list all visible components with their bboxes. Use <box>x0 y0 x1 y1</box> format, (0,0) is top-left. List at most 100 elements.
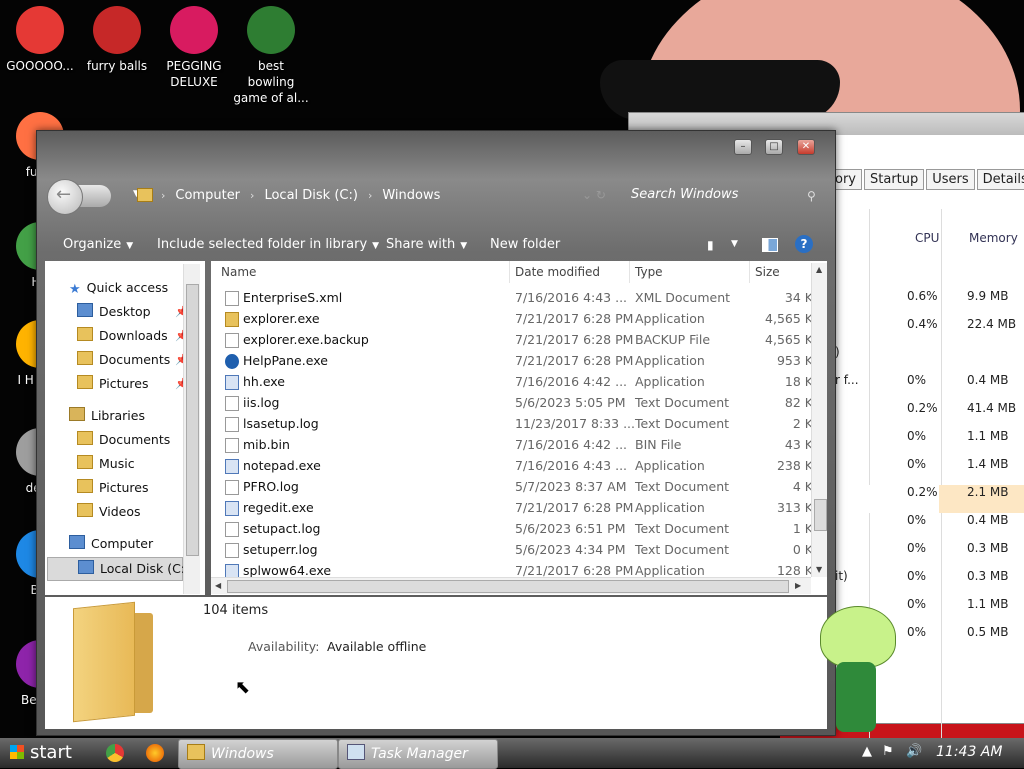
search-input[interactable]: Search Windows <box>631 183 823 207</box>
cpu-value: 0% <box>907 373 927 387</box>
file-date: 7/16/2016 4:42 ... <box>515 437 628 452</box>
file-row[interactable]: setuperr.log 5/6/2023 4:34 PM Text Documen… <box>217 539 813 560</box>
nav-desktop[interactable]: Desktop📌 <box>77 301 189 323</box>
file-row[interactable]: explorer.exe.backup 7/21/2017 6:28 PM BACK… <box>217 329 813 350</box>
breadcrumb-computer[interactable]: Computer <box>175 188 240 203</box>
share-with-button[interactable]: Share with ▼ <box>386 237 467 252</box>
folder-icon <box>77 375 93 389</box>
file-type: Text Document <box>635 542 730 557</box>
memory-column-header[interactable]: Memory <box>969 231 1018 245</box>
file-row[interactable]: iis.log 5/6/2023 5:05 PM Text Document 82 K <box>217 392 813 413</box>
file-row[interactable]: PFRO.log 5/7/2023 8:37 AM Text Document 4 K <box>217 476 813 497</box>
maximize-button[interactable]: □ <box>765 139 783 155</box>
caret-down-icon: ▼ <box>460 241 468 251</box>
scroll-left-icon[interactable]: ◀ <box>215 581 221 590</box>
column-size[interactable]: Size <box>755 265 780 279</box>
nav-computer[interactable]: Computer <box>69 533 153 555</box>
nav-scrollbar[interactable] <box>183 264 200 594</box>
file-date: 5/6/2023 5:05 PM <box>515 395 626 410</box>
view-dropdown-icon[interactable]: ▼ <box>731 239 738 249</box>
chrome-icon[interactable] <box>106 744 124 762</box>
tab-1[interactable]: Startup <box>864 169 925 190</box>
memory-value: 0.4 MB <box>967 373 1009 387</box>
action-center-icon[interactable]: ⚑ <box>882 744 894 759</box>
nav-lib-videos[interactable]: Videos <box>77 501 141 523</box>
organize-label: Organize <box>63 237 122 252</box>
nav-quick-access[interactable]: ★ Quick access <box>69 277 168 299</box>
column-date-modified[interactable]: Date modified <box>515 265 600 279</box>
change-view-icon[interactable]: ▮ <box>707 238 714 252</box>
nav-documents[interactable]: Documents📌 <box>77 349 189 371</box>
column-type[interactable]: Type <box>635 265 663 279</box>
scrollbar-thumb[interactable] <box>227 580 789 593</box>
back-button[interactable] <box>47 179 83 215</box>
clock[interactable]: 11:43 AM <box>936 744 1002 760</box>
show-hidden-icons[interactable]: ▲ <box>862 744 872 759</box>
nav-local-disk[interactable]: Local Disk (C:) <box>47 557 190 581</box>
start-label: start <box>30 742 72 763</box>
nav-lib-music[interactable]: Music <box>77 453 135 475</box>
memory-value: 9.9 MB <box>967 289 1009 303</box>
process-name: r f... <box>835 373 859 387</box>
taskbar-explorer-button[interactable]: Windows <box>178 739 338 769</box>
file-date: 7/21/2017 6:28 PM <box>515 500 634 515</box>
organize-button[interactable]: Organize ▼ <box>63 237 133 252</box>
start-button[interactable]: start <box>0 738 90 768</box>
minimize-button[interactable]: – <box>734 139 752 155</box>
scrollbar-thumb[interactable] <box>814 499 827 531</box>
file-row[interactable]: EnterpriseS.xml 7/16/2016 4:43 ... XML Doc… <box>217 287 813 308</box>
nav-downloads[interactable]: Downloads📌 <box>77 325 189 347</box>
include-in-library-button[interactable]: Include selected folder in library ▼ <box>157 237 379 252</box>
file-row[interactable]: HelpPane.exe 7/21/2017 6:28 PM Application… <box>217 350 813 371</box>
tab-2[interactable]: Users <box>926 169 975 190</box>
search-icon[interactable]: ⚲ <box>807 189 816 203</box>
preview-pane-icon[interactable] <box>762 238 778 252</box>
close-button[interactable]: ✕ <box>797 139 815 155</box>
firefox-icon[interactable] <box>146 744 164 762</box>
column-divider[interactable] <box>629 261 630 283</box>
column-divider[interactable] <box>749 261 750 283</box>
taskbar-task-manager-button[interactable]: Task Manager <box>338 739 498 769</box>
desktop-icon[interactable]: PEGGING DELUXE <box>156 6 232 90</box>
desktop-icon[interactable]: furry balls <box>79 6 155 74</box>
nav-lib-pictures[interactable]: Pictures <box>77 477 149 499</box>
address-bar[interactable]: › Computer › Local Disk (C:) › Windows <box>131 183 601 207</box>
nav-lib-documents[interactable]: Documents <box>77 429 170 451</box>
nav-libraries[interactable]: Libraries <box>69 405 145 427</box>
file-size: 4,565 K <box>765 332 813 347</box>
file-date: 5/6/2023 6:51 PM <box>515 521 626 536</box>
cpu-column-header[interactable]: CPU <box>915 231 939 245</box>
file-size: 4 K <box>792 479 813 494</box>
scroll-up-icon[interactable]: ▲ <box>816 265 822 274</box>
file-row[interactable]: notepad.exe 7/16/2016 4:43 ... Application… <box>217 455 813 476</box>
file-row[interactable]: regedit.exe 7/21/2017 6:28 PM Application 3… <box>217 497 813 518</box>
file-type: Text Document <box>635 479 730 494</box>
scrollbar-thumb[interactable] <box>186 284 199 556</box>
scroll-down-icon[interactable]: ▼ <box>816 565 822 574</box>
horizontal-scrollbar[interactable]: ◀ ▶ <box>211 577 811 594</box>
scroll-right-icon[interactable]: ▶ <box>795 581 801 590</box>
refresh-icon[interactable]: ⌄ ↻ <box>582 188 606 202</box>
volume-icon[interactable]: 🔊 <box>906 744 922 759</box>
column-name[interactable]: Name <box>221 265 256 279</box>
file-row[interactable]: setupact.log 5/6/2023 6:51 PM Text Documen… <box>217 518 813 539</box>
file-size: 18 K <box>784 374 813 389</box>
desktop-icon[interactable]: best bowling game of al... <box>233 6 309 106</box>
file-row[interactable]: explorer.exe 7/21/2017 6:28 PM Application… <box>217 308 813 329</box>
file-icon <box>225 438 239 453</box>
file-name: notepad.exe <box>243 458 321 473</box>
new-folder-button[interactable]: New folder <box>490 237 560 252</box>
cpu-value: 0% <box>907 457 927 471</box>
file-list-scrollbar[interactable]: ▲ ▼ <box>811 263 827 577</box>
explorer-window[interactable]: – □ ✕ ▼ › Computer › Local Disk (C:) › W… <box>36 130 836 736</box>
column-divider[interactable] <box>509 261 510 283</box>
breadcrumb-windows[interactable]: Windows <box>382 188 440 203</box>
file-row[interactable]: mib.bin 7/16/2016 4:42 ... BIN File 43 K <box>217 434 813 455</box>
tab-3[interactable]: Details <box>976 169 1024 190</box>
help-icon[interactable]: ? <box>795 235 813 253</box>
file-row[interactable]: lsasetup.log 11/23/2017 8:33 ... Text Docu… <box>217 413 813 434</box>
desktop-icon[interactable]: GOOOOO... <box>2 6 78 74</box>
file-row[interactable]: hh.exe 7/16/2016 4:42 ... Application 18 K <box>217 371 813 392</box>
breadcrumb-local-disk[interactable]: Local Disk (C:) <box>264 188 357 203</box>
nav-pictures[interactable]: Pictures📌 <box>77 373 189 395</box>
